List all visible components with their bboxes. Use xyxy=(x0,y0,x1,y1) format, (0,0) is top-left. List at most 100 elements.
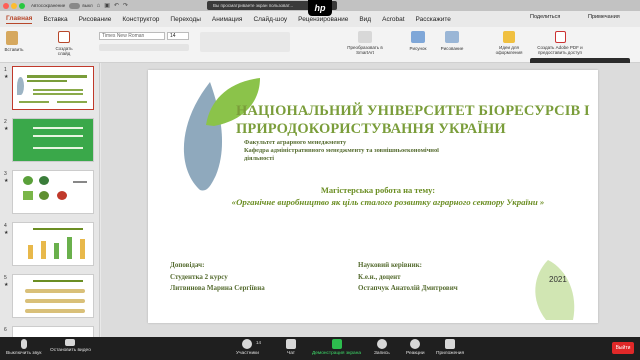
tab-slideshow[interactable]: Слайд-шоу xyxy=(253,16,287,23)
faculty-line-1: Факультет аграрного менеджменту xyxy=(244,139,347,146)
paragraph-buttons[interactable] xyxy=(200,32,290,52)
font-name-select[interactable]: Times New Roman xyxy=(99,32,165,40)
thumb-row xyxy=(25,309,85,313)
thumb-bar xyxy=(80,239,85,259)
reactions-label: Реакции xyxy=(406,351,425,356)
stop-video-button[interactable]: Остановить видео xyxy=(50,339,91,353)
participants-icon xyxy=(242,339,253,349)
author-role: Студентка 2 курсу xyxy=(170,272,228,281)
share-screen-button[interactable]: Демонстрация экрана xyxy=(312,339,361,356)
stop-video-label: Остановить видео xyxy=(50,348,91,353)
tab-draw[interactable]: Рисование xyxy=(79,16,112,23)
thumb-text-line xyxy=(33,89,83,91)
smartart-label: Преобразовать в SmartArt xyxy=(347,45,383,55)
tab-home[interactable]: Главная xyxy=(6,15,33,24)
thumb-badge-icon xyxy=(57,191,67,200)
shapes-label: Рисование xyxy=(440,46,464,51)
autosave-toggle[interactable] xyxy=(69,2,81,9)
current-slide[interactable]: НАЦІОНАЛЬНИЙ УНІВЕРСИТЕТ БІОРЕСУРСІВ І П… xyxy=(148,70,598,323)
maximize-window-button[interactable] xyxy=(19,2,25,9)
apps-button[interactable]: Приложения xyxy=(436,339,464,356)
thumb-bar xyxy=(67,237,72,259)
participants-label: Участники xyxy=(236,351,259,356)
reactions-icon xyxy=(410,339,421,349)
slide-thumbnail-6[interactable] xyxy=(12,326,94,337)
thumb-text-line xyxy=(33,135,83,137)
home-icon[interactable]: ⌂ xyxy=(97,3,101,9)
powerpoint-window: Автосохранение выкл ⌂ ▣ ↶ ↷ Вы просматри… xyxy=(0,0,640,337)
slide-thumbnail-1[interactable] xyxy=(12,66,94,110)
thumb-badge-icon xyxy=(39,176,49,185)
font-format-buttons[interactable] xyxy=(99,44,189,51)
faculty-text[interactable]: Факультет аграрного менеджменту Кафедра … xyxy=(244,139,444,162)
tab-view[interactable]: Вид xyxy=(359,16,371,23)
record-button[interactable]: Запись xyxy=(374,339,390,356)
thesis-topic[interactable]: «Органічне виробництво як ціль сталого р… xyxy=(223,197,553,208)
chat-button[interactable]: Чат xyxy=(286,339,296,356)
smartart-icon[interactable] xyxy=(358,31,372,43)
redo-icon[interactable]: ↷ xyxy=(123,2,128,9)
advisor-label: Науковий керівник: xyxy=(358,261,422,269)
faculty-line-2: Кафедра адміністративного менеджменту та… xyxy=(244,146,439,162)
advisor-name: Остапчук Анатолій Дмитрович xyxy=(358,284,458,292)
slide-thumbnail-2[interactable] xyxy=(12,118,94,162)
apps-label: Приложения xyxy=(436,351,465,356)
thumb-star-1: ★ xyxy=(4,74,9,80)
undo-icon[interactable]: ↶ xyxy=(114,2,119,9)
new-slide-label: Создать слайд xyxy=(55,46,73,56)
tab-acrobat[interactable]: Acrobat xyxy=(382,16,404,23)
thumb-text-line xyxy=(19,101,49,103)
autosave-label: Автосохранение xyxy=(31,3,66,8)
reactions-button[interactable]: Реакции xyxy=(406,339,425,356)
thumb-star-2: ★ xyxy=(4,126,9,132)
mute-label: Выключить звук xyxy=(6,351,42,356)
advisor-block[interactable]: Науковий керівник: К.е.н., доцент Остапч… xyxy=(358,260,518,295)
design-ideas-label: Идеи для оформления xyxy=(495,45,523,55)
author-block[interactable]: Доповідач: Студентка 2 курсу Литвинова М… xyxy=(170,260,320,295)
comments-button[interactable]: Примечания xyxy=(588,14,620,20)
thumb-badge-icon xyxy=(23,191,33,200)
shapes-icon[interactable] xyxy=(445,31,459,43)
tab-design[interactable]: Конструктор xyxy=(122,16,159,23)
thumb-star-4: ★ xyxy=(4,230,9,236)
leave-meeting-button[interactable]: Выйти xyxy=(612,342,634,354)
tab-transitions[interactable]: Переходы xyxy=(170,16,201,23)
new-slide-icon[interactable] xyxy=(58,31,70,43)
share-button[interactable]: Поделиться xyxy=(530,14,560,20)
adobe-pdf-icon[interactable] xyxy=(555,31,566,43)
record-label: Запись xyxy=(374,351,390,356)
slide-thumbnail-4[interactable] xyxy=(12,222,94,266)
video-camera-icon xyxy=(65,339,76,346)
thumb-number-5: 5 xyxy=(4,275,7,281)
slide-editor-canvas[interactable]: НАЦІОНАЛЬНИЙ УНІВЕРСИТЕТ БІОРЕСУРСІВ І П… xyxy=(101,63,640,337)
adobe-pdf-label: Создать Adobe PDF и предоставить доступ xyxy=(537,45,583,55)
apps-icon xyxy=(445,339,456,349)
picture-icon[interactable] xyxy=(411,31,425,43)
save-icon[interactable]: ▣ xyxy=(104,2,110,9)
thumb-badge-icon xyxy=(39,191,49,200)
slide-thumbnail-panel[interactable]: 1 ★ 2 ★ 3 ★ 4 ★ 5 ★ 6 xyxy=(0,63,100,337)
tab-tell-me[interactable]: Расскажите xyxy=(416,16,451,23)
thumb-title-line xyxy=(27,80,67,82)
font-size-select[interactable]: 14 xyxy=(167,32,189,40)
thumb-bar xyxy=(41,241,46,259)
slide-thumbnail-5[interactable] xyxy=(12,274,94,318)
mute-button[interactable]: Выключить звук xyxy=(6,339,41,356)
tab-insert[interactable]: Вставка xyxy=(43,16,67,23)
share-screen-label: Демонстрация экрана xyxy=(312,351,362,356)
design-ideas-icon[interactable] xyxy=(503,31,515,43)
close-window-button[interactable] xyxy=(3,2,9,9)
thumb-text-line xyxy=(57,101,87,103)
chat-label: Чат xyxy=(287,351,295,356)
slide-thumbnail-3[interactable] xyxy=(12,170,94,214)
minimize-window-button[interactable] xyxy=(11,2,17,9)
paste-icon[interactable] xyxy=(6,31,18,45)
thumb-number-6: 6 xyxy=(4,327,7,333)
tab-animations[interactable]: Анимация xyxy=(212,16,243,23)
chat-icon xyxy=(286,339,296,349)
masters-work-heading[interactable]: Магістерська робота на тему: xyxy=(218,185,538,195)
tab-review[interactable]: Рецензирование xyxy=(298,16,348,23)
slide-title[interactable]: НАЦІОНАЛЬНИЙ УНІВЕРСИТЕТ БІОРЕСУРСІВ І П… xyxy=(236,102,596,138)
author-name: Литвинова Марина Сергіївна xyxy=(170,284,265,292)
thumb-number-4: 4 xyxy=(4,223,7,229)
